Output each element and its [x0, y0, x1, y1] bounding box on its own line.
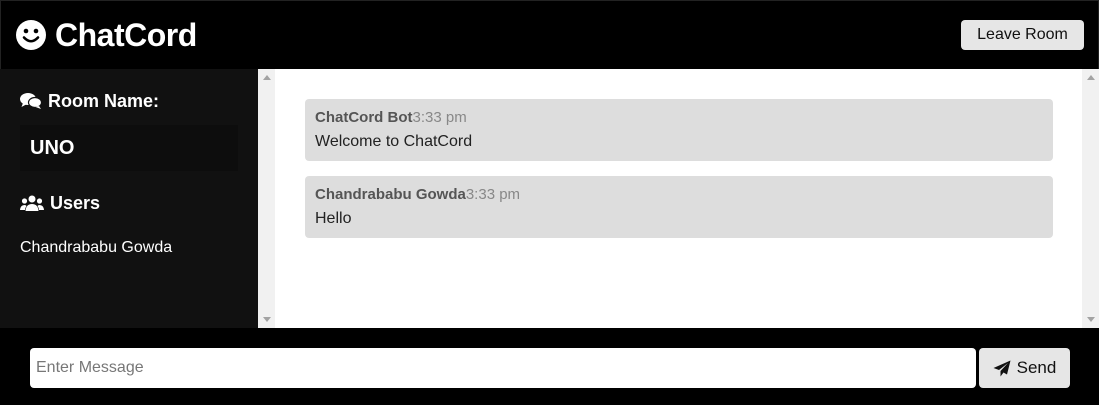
- room-name-heading: Room Name:: [20, 89, 238, 113]
- users-heading: Users: [20, 191, 238, 215]
- scroll-down-arrow-icon[interactable]: [1087, 317, 1095, 322]
- message-time: 3:33 pm: [465, 186, 521, 203]
- room-name-value: UNO: [20, 125, 238, 171]
- message-meta: Chandrababu Gowda3:33 pm: [315, 186, 1043, 204]
- message-time: 3:33 pm: [412, 109, 467, 126]
- users-icon: [20, 195, 44, 211]
- send-label: Send: [1016, 358, 1057, 377]
- sidebar: Room Name: UNO Users Chandrababu Gowda: [0, 69, 258, 328]
- leave-room-button[interactable]: Leave Room: [961, 20, 1084, 50]
- send-button[interactable]: Send: [979, 348, 1070, 388]
- scroll-up-arrow-icon[interactable]: [1087, 75, 1095, 80]
- paper-plane-icon: [993, 360, 1011, 376]
- app-title: ChatCord: [55, 16, 197, 53]
- message-meta: ChatCord Bot3:33 pm: [315, 109, 1043, 127]
- scroll-down-arrow-icon[interactable]: [263, 317, 271, 322]
- scroll-up-arrow-icon[interactable]: [263, 75, 271, 80]
- message: ChatCord Bot3:33 pm Welcome to ChatCord: [305, 99, 1053, 161]
- users-label: Users: [50, 192, 101, 213]
- comments-icon: [20, 93, 42, 109]
- message-text: Hello: [315, 210, 352, 227]
- message: Chandrababu Gowda3:33 pm Hello: [305, 176, 1053, 238]
- message-input[interactable]: [30, 348, 976, 388]
- brand: ChatCord: [15, 17, 197, 54]
- room-name-label: Room Name:: [48, 90, 160, 111]
- user-list-item: Chandrababu Gowda: [20, 239, 173, 256]
- chat-messages: ChatCord Bot3:33 pm Welcome to ChatCord …: [275, 69, 1082, 328]
- message-author: ChatCord Bot: [315, 109, 413, 126]
- smiley-icon: [16, 20, 46, 50]
- sidebar-scrollbar[interactable]: [258, 69, 275, 328]
- app-header: ChatCord Leave Room: [0, 0, 1099, 69]
- chat-form: Send: [0, 328, 1099, 405]
- message-text: Welcome to ChatCord: [315, 133, 473, 150]
- messages-scrollbar[interactable]: [1082, 69, 1099, 328]
- message-author: Chandrababu Gowda: [315, 186, 466, 203]
